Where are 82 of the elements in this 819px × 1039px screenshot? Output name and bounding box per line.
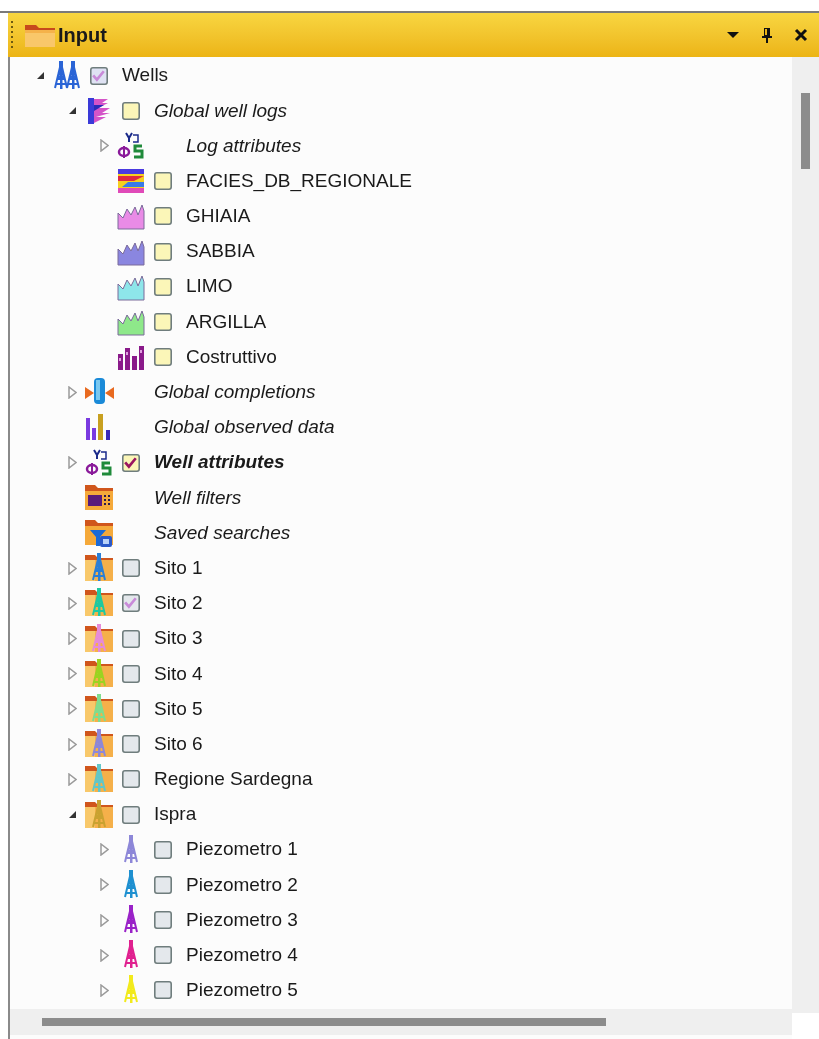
expand-arrow-icon[interactable] (68, 737, 77, 751)
checkbox[interactable] (122, 770, 140, 789)
expand-arrow-icon[interactable] (100, 843, 109, 857)
tree-item-label[interactable]: FACIES_DB_REGIONALE (186, 166, 412, 196)
checkbox[interactable] (154, 312, 172, 331)
attributes-icon (84, 447, 114, 478)
folder-icon (84, 482, 114, 513)
close-icon (794, 28, 808, 42)
tree-item-label[interactable]: ARGILLA (186, 307, 267, 337)
tree-item-label[interactable]: Well filters (154, 483, 242, 513)
tree-item-label[interactable]: Global observed data (154, 413, 335, 442)
checkbox[interactable] (122, 594, 140, 613)
tree-item-label[interactable]: Ispra (154, 800, 197, 829)
grip-icon[interactable] (11, 20, 14, 50)
expand-arrow-icon[interactable] (100, 948, 109, 962)
tree-item-label[interactable]: LIMO (186, 272, 233, 301)
tree-item-label[interactable]: GHIAIA (186, 202, 251, 231)
checkbox[interactable] (154, 911, 172, 930)
checkbox[interactable] (154, 875, 172, 894)
tree-item-label[interactable]: Saved searches (154, 518, 291, 548)
tree-item-label[interactable]: Wells (122, 61, 169, 90)
tree-item-label[interactable]: Global well logs (154, 96, 288, 126)
pin-icon (761, 27, 773, 43)
tree-item-label[interactable]: Piezometro 1 (186, 835, 298, 864)
checkbox[interactable] (122, 735, 140, 754)
horizontal-scrollbar[interactable] (10, 1009, 792, 1035)
expand-arrow-icon[interactable] (100, 913, 109, 927)
expand-arrow-icon[interactable] (68, 667, 77, 681)
checkbox[interactable] (122, 805, 140, 824)
tree-item-label[interactable]: Log attributes (186, 131, 302, 161)
tree-item-label[interactable]: Sito 4 (154, 659, 203, 689)
collapse-arrow-icon[interactable] (36, 71, 45, 81)
checkbox[interactable] (154, 172, 172, 191)
expand-arrow-icon[interactable] (100, 983, 109, 997)
tree-item-label[interactable]: Sito 5 (154, 694, 203, 724)
checkbox[interactable] (154, 946, 172, 965)
scrollbar-thumb[interactable] (42, 1018, 606, 1026)
panel-title: Input (58, 23, 107, 48)
checkbox[interactable] (122, 559, 140, 578)
tree-item-label[interactable]: Sito 2 (154, 589, 203, 618)
expand-arrow-icon[interactable] (100, 878, 109, 892)
collapse-arrow-icon[interactable] (68, 106, 77, 116)
checkbox[interactable] (154, 277, 172, 296)
attributes-icon (116, 130, 146, 161)
tree-item-label[interactable]: Piezometro 5 (186, 976, 298, 1005)
expand-arrow-icon[interactable] (68, 596, 77, 610)
tree-item-label[interactable]: Regione Sardegna (154, 765, 313, 794)
checkbox[interactable] (154, 207, 172, 226)
scrollbar-thumb[interactable] (801, 93, 810, 169)
expand-arrow-icon[interactable] (68, 561, 77, 575)
tree-item-label[interactable]: Piezometro 4 (186, 941, 298, 970)
expand-arrow-icon[interactable] (68, 456, 77, 470)
checkbox[interactable] (90, 66, 108, 85)
tree-item-label[interactable]: Sito 6 (154, 729, 203, 759)
tree-item-label[interactable]: Costruttivo (186, 342, 277, 372)
checkbox[interactable] (122, 453, 140, 472)
expand-arrow-icon[interactable] (68, 632, 77, 646)
checkbox[interactable] (154, 242, 172, 261)
collapse-arrow-icon[interactable] (68, 810, 77, 820)
folder-icon (24, 22, 56, 48)
expand-arrow-icon[interactable] (100, 139, 109, 153)
checkbox[interactable] (154, 840, 172, 859)
expand-arrow-icon[interactable] (68, 772, 77, 786)
checkbox[interactable] (154, 348, 172, 367)
folder-icon (84, 518, 114, 549)
dropdown-icon (727, 31, 739, 39)
tree-item-label[interactable]: Piezometro 3 (186, 905, 298, 935)
checkbox[interactable] (122, 664, 140, 683)
tree-item-label[interactable]: Well attributes (154, 448, 285, 477)
vertical-scrollbar[interactable] (792, 57, 819, 1013)
expand-arrow-icon[interactable] (68, 385, 77, 399)
wells-icon (52, 60, 82, 91)
tree-item-label[interactable]: Sito 3 (154, 624, 203, 653)
tree-item-label[interactable]: Global completions (154, 378, 316, 407)
expand-arrow-icon[interactable] (68, 702, 77, 716)
tree-item-label[interactable]: Piezometro 2 (186, 870, 298, 900)
checkbox[interactable] (122, 699, 140, 718)
checkbox[interactable] (122, 629, 140, 648)
checkbox[interactable] (154, 981, 172, 1000)
tree-item-label[interactable]: SABBIA (186, 237, 255, 266)
checkbox[interactable] (122, 101, 140, 120)
tree-item-label[interactable]: Sito 1 (154, 553, 203, 583)
